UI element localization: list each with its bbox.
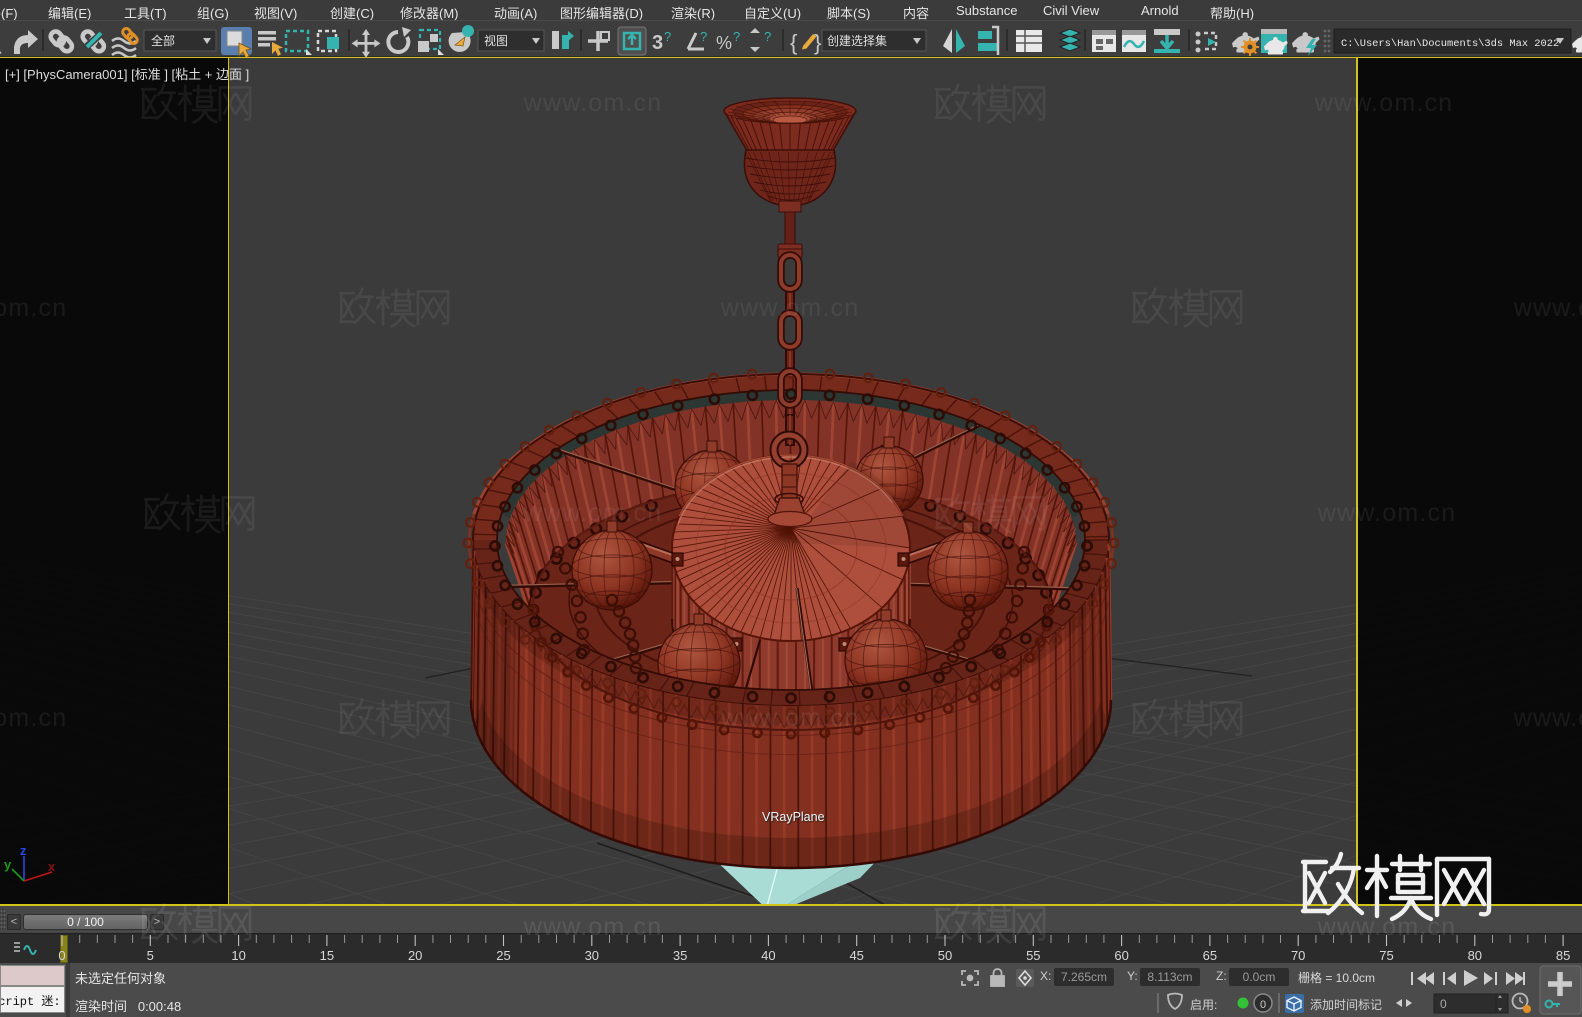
svg-text:C:\Users\Han\Documents\3ds Max: C:\Users\Han\Documents\3ds Max 2022 — [1341, 38, 1559, 50]
svg-text:85: 85 — [1556, 948, 1570, 963]
svg-text:}: } — [814, 30, 821, 55]
svg-text:%: % — [716, 33, 732, 53]
svg-text:5: 5 — [147, 948, 154, 963]
svg-text:x: x — [48, 859, 56, 874]
svg-text:?: ? — [700, 29, 707, 44]
svg-text:60: 60 — [1114, 948, 1128, 963]
svg-text:25: 25 — [496, 948, 510, 963]
svg-text:3: 3 — [652, 32, 663, 54]
svg-text:55: 55 — [1026, 948, 1040, 963]
svg-text:y: y — [4, 857, 12, 872]
svg-text:20: 20 — [408, 948, 422, 963]
svg-text:50: 50 — [938, 948, 952, 963]
svg-text:10: 10 — [231, 948, 245, 963]
svg-text:0: 0 — [1260, 999, 1266, 1011]
svg-text:?: ? — [764, 29, 771, 44]
svg-text:80: 80 — [1468, 948, 1482, 963]
svg-text:创建选择集: 创建选择集 — [827, 33, 887, 48]
svg-text:15: 15 — [320, 948, 334, 963]
svg-text:?: ? — [664, 29, 671, 44]
svg-text:75: 75 — [1379, 948, 1393, 963]
svg-text:35: 35 — [673, 948, 687, 963]
svg-text:45: 45 — [849, 948, 863, 963]
svg-text:70: 70 — [1291, 948, 1305, 963]
svg-text:全部: 全部 — [151, 33, 175, 48]
svg-text:z: z — [20, 843, 27, 858]
svg-text:视图: 视图 — [484, 33, 508, 48]
svg-text:?: ? — [733, 29, 740, 44]
svg-text:65: 65 — [1203, 948, 1217, 963]
svg-text:0: 0 — [1440, 997, 1447, 1011]
svg-text:{: { — [790, 30, 797, 55]
svg-text:30: 30 — [585, 948, 599, 963]
svg-text:40: 40 — [761, 948, 775, 963]
